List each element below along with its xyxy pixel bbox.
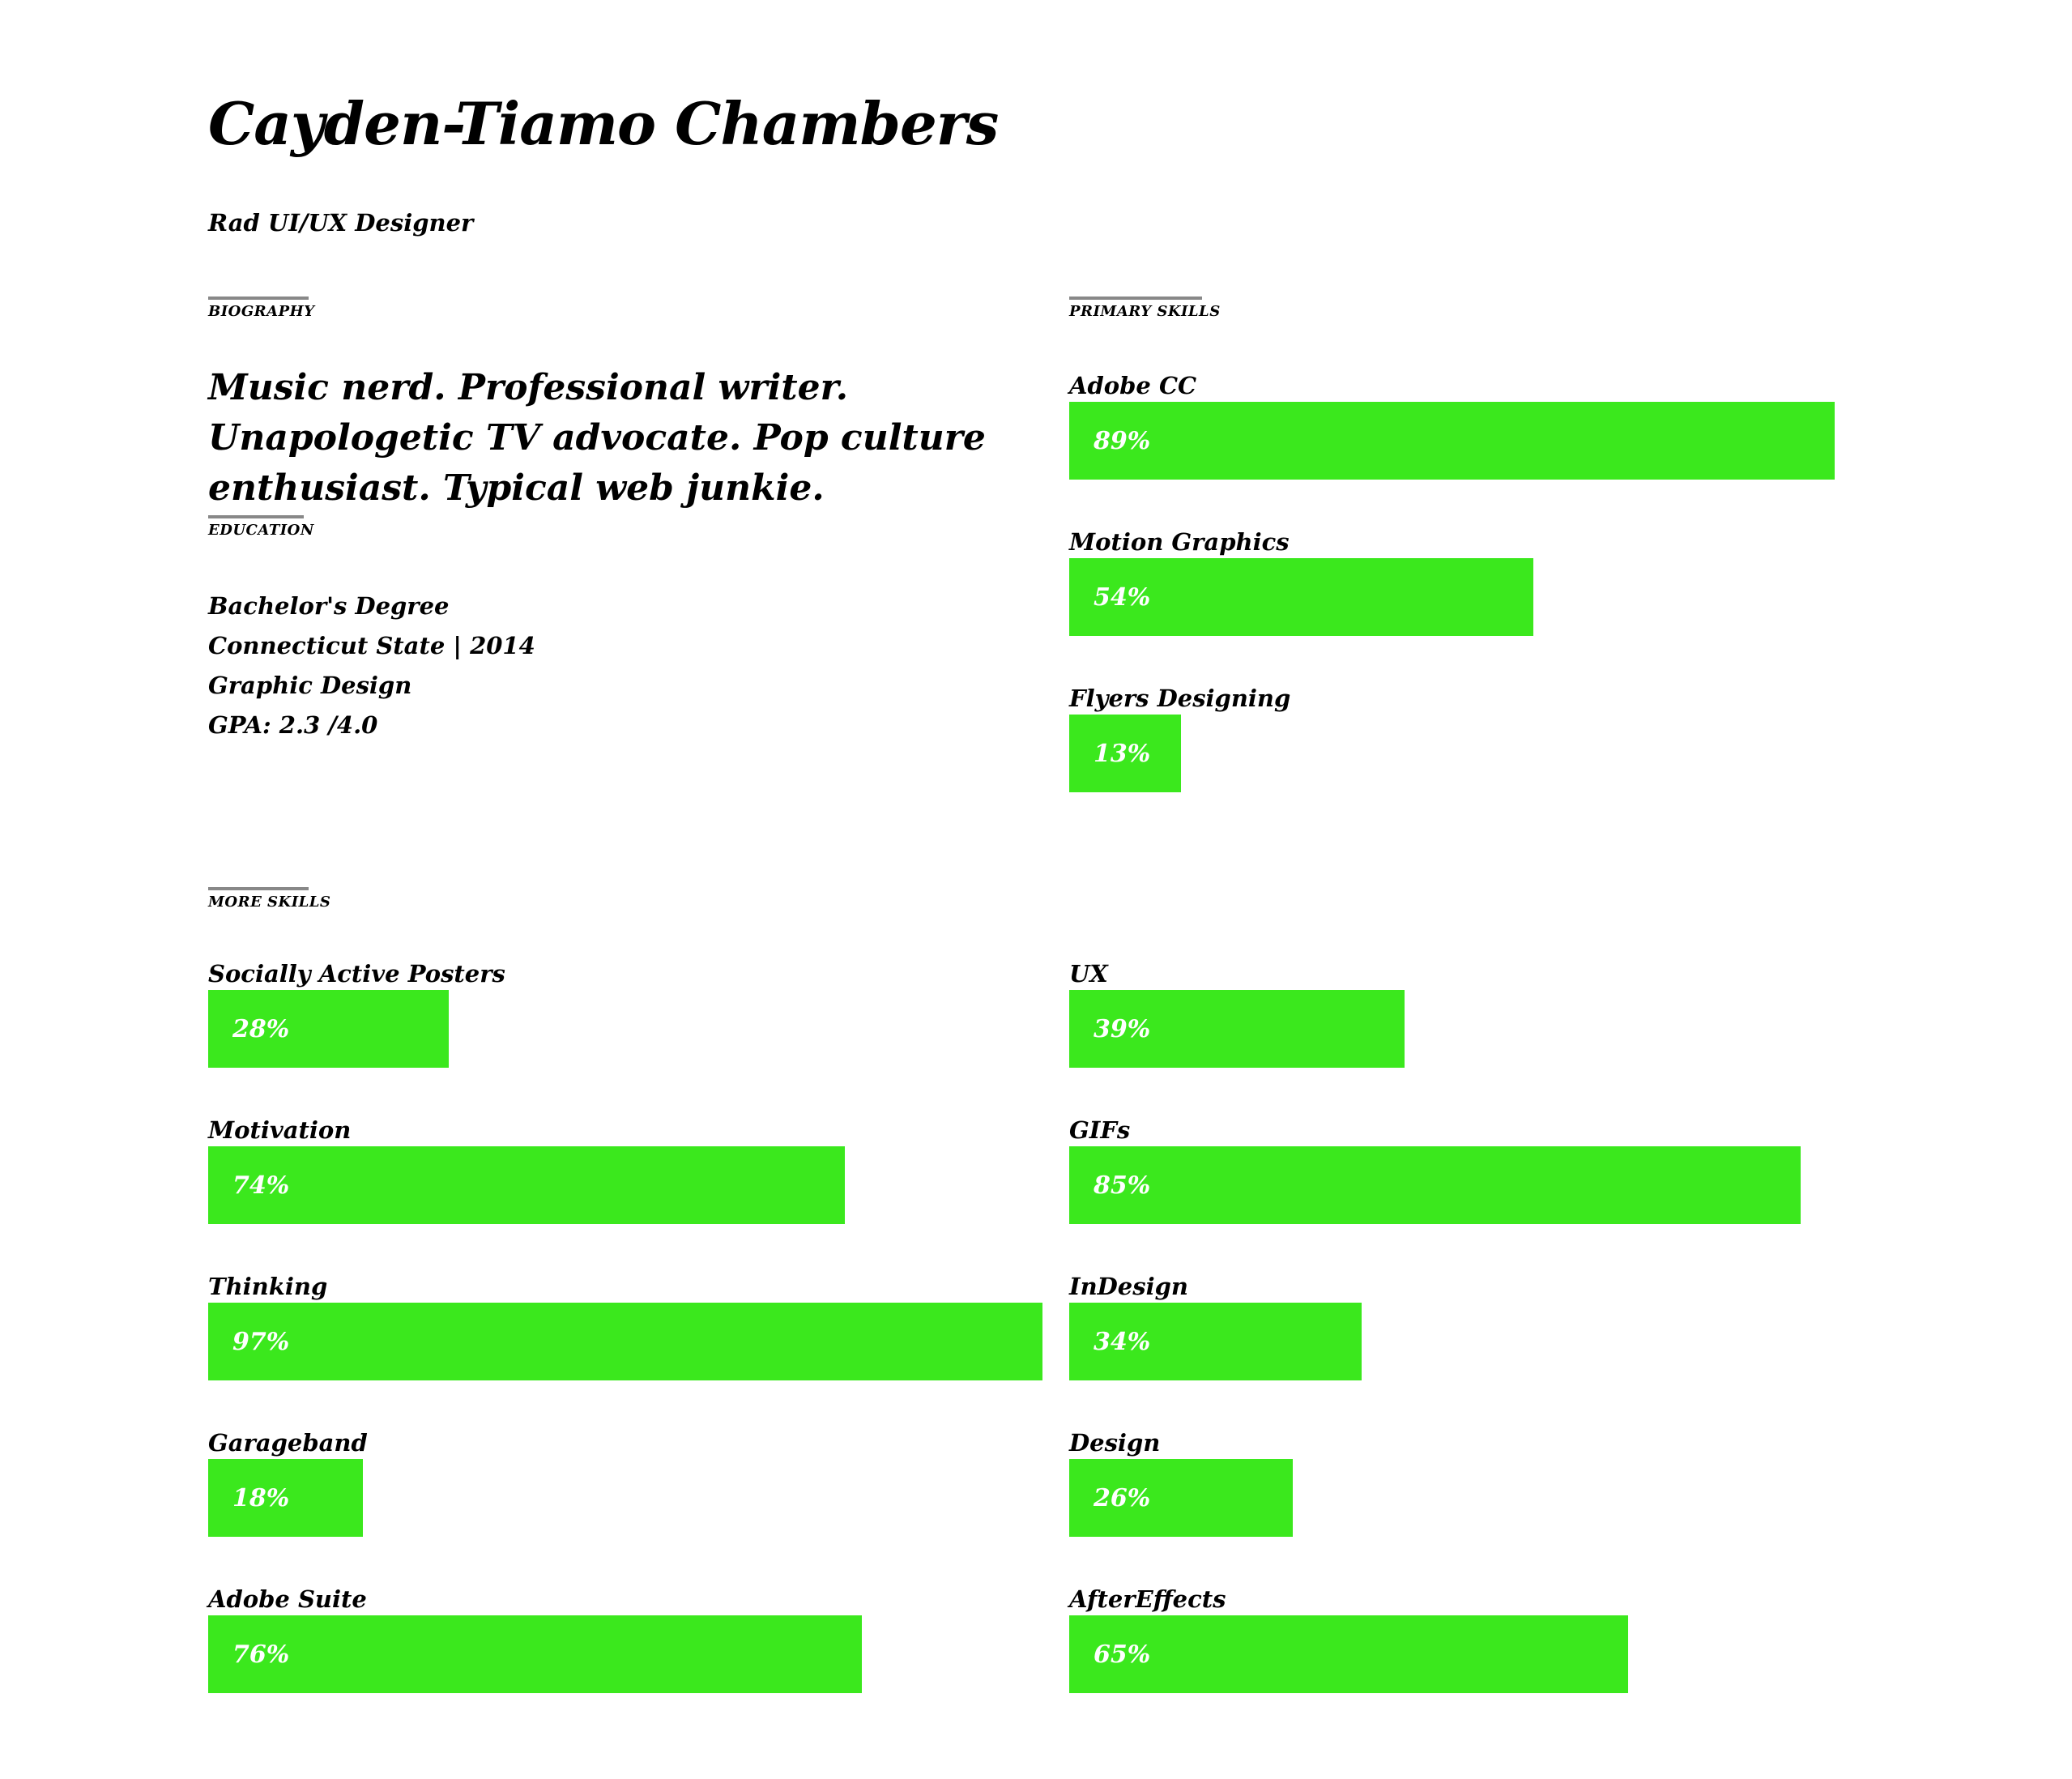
resume-page: Cayden-Tiamo Chambers Rad UI/UX Designer… — [208, 0, 1877, 1779]
skill-item: Thinking 97% — [208, 1272, 1068, 1380]
skill-percent: 39% — [1094, 1014, 1151, 1043]
skill-bar-track: 34% — [1069, 1303, 1929, 1380]
skill-percent: 26% — [1094, 1483, 1151, 1512]
skill-bar-fill: 13% — [1069, 715, 1181, 792]
skill-bar-fill: 65% — [1069, 1615, 1628, 1693]
skill-label: Motion Graphics — [1069, 528, 1290, 556]
profile-role: Rad UI/UX Designer — [208, 209, 474, 237]
skill-bar-track: 74% — [208, 1146, 1068, 1224]
skill-bar-fill: 85% — [1069, 1146, 1801, 1224]
skill-percent: 13% — [1094, 739, 1151, 768]
skill-bar-track: 13% — [1069, 715, 1929, 792]
profile-name: Cayden-Tiamo Chambers — [208, 89, 999, 158]
skill-item: Motion Graphics 54% — [1069, 527, 1929, 636]
skill-percent: 85% — [1094, 1171, 1151, 1200]
skill-bar-fill: 97% — [208, 1303, 1042, 1380]
skill-bar-fill: 74% — [208, 1146, 845, 1224]
skill-item: InDesign 34% — [1069, 1272, 1929, 1380]
skill-percent: 74% — [232, 1171, 290, 1200]
skill-bar-track: 26% — [1069, 1459, 1929, 1537]
skill-bar-track: 54% — [1069, 558, 1929, 636]
skill-item: UX 39% — [1069, 959, 1929, 1068]
skill-percent: 65% — [1094, 1640, 1151, 1669]
skill-percent: 89% — [1094, 426, 1151, 455]
skill-item: Flyers Designing 13% — [1069, 684, 1929, 792]
skill-bar-fill: 34% — [1069, 1303, 1362, 1380]
skill-label: Adobe CC — [1069, 372, 1197, 399]
education-gpa: GPA: 2.3 /4.0 — [208, 711, 378, 739]
skill-bar-fill: 89% — [1069, 402, 1835, 480]
skill-percent: 34% — [1094, 1327, 1151, 1356]
skill-bar-fill: 18% — [208, 1459, 363, 1537]
skill-item: Motivation 74% — [208, 1116, 1068, 1224]
skill-label: Garageband — [208, 1429, 368, 1457]
education-block: Bachelor's Degree Connecticut State | 20… — [208, 587, 535, 745]
skill-bar-track: 39% — [1069, 990, 1929, 1068]
skill-bar-fill: 39% — [1069, 990, 1405, 1068]
skill-item: AfterEffects 65% — [1069, 1585, 1929, 1693]
skill-percent: 54% — [1094, 582, 1151, 612]
skill-label: Flyers Designing — [1069, 685, 1291, 712]
skill-item: Adobe Suite 76% — [208, 1585, 1068, 1693]
skill-item: Adobe CC 89% — [1069, 371, 1929, 480]
skill-label: Motivation — [208, 1116, 352, 1144]
skill-bar-fill: 28% — [208, 990, 449, 1068]
skill-bar-track: 65% — [1069, 1615, 1929, 1693]
more-skills-heading: MORE SKILLS — [208, 887, 330, 911]
skill-percent: 97% — [232, 1327, 290, 1356]
skill-bar-fill: 54% — [1069, 558, 1533, 636]
education-heading: EDUCATION — [208, 515, 314, 539]
skill-label: AfterEffects — [1069, 1585, 1226, 1613]
skill-label: Design — [1069, 1429, 1161, 1457]
skill-item: Garageband 18% — [208, 1428, 1068, 1537]
skill-label: GIFs — [1069, 1116, 1131, 1144]
skill-percent: 18% — [232, 1483, 290, 1512]
skill-bar-track: 85% — [1069, 1146, 1929, 1224]
primary-skills-heading: PRIMARY SKILLS — [1069, 296, 1221, 320]
education-major: Graphic Design — [208, 672, 412, 699]
biography-heading: BIOGRAPHY — [208, 296, 315, 320]
skill-label: InDesign — [1069, 1273, 1188, 1300]
education-school: Connecticut State | 2014 — [208, 632, 535, 659]
skill-percent: 76% — [232, 1640, 290, 1669]
skill-bar-fill: 26% — [1069, 1459, 1293, 1537]
skill-bar-track: 97% — [208, 1303, 1068, 1380]
skill-item: Design 26% — [1069, 1428, 1929, 1537]
skill-item: Socially Active Posters 28% — [208, 959, 1068, 1068]
education-degree: Bachelor's Degree — [208, 592, 450, 620]
skill-bar-track: 89% — [1069, 402, 1929, 480]
skill-bar-track: 28% — [208, 990, 1068, 1068]
skill-bar-track: 76% — [208, 1615, 1068, 1693]
skill-label: Socially Active Posters — [208, 960, 505, 988]
skill-item: GIFs 85% — [1069, 1116, 1929, 1224]
skill-bar-track: 18% — [208, 1459, 1068, 1537]
skill-label: Thinking — [208, 1273, 328, 1300]
biography-text: Music nerd. Professional writer. Unapolo… — [208, 367, 986, 509]
skill-label: UX — [1069, 960, 1108, 988]
skill-bar-fill: 76% — [208, 1615, 862, 1693]
skill-label: Adobe Suite — [208, 1585, 367, 1613]
skill-percent: 28% — [232, 1014, 290, 1043]
